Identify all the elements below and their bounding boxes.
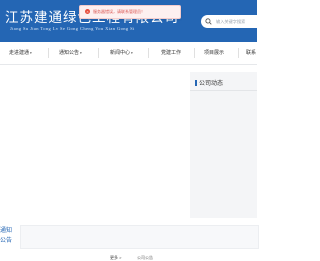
search-box[interactable]: 输入关键字搜索 <box>201 15 257 28</box>
nav-divider <box>148 48 149 58</box>
nav-item-projects[interactable]: 项目展示 <box>204 42 224 64</box>
nav-item-label: 党建工作 <box>161 50 182 56</box>
main-nav: 走进建通▾ 通知公告▾ 新闻中心▾ 党建工作 项目展示 联系 <box>0 42 257 65</box>
error-icon: × <box>85 9 90 14</box>
nav-divider <box>98 48 99 58</box>
nav-item-party[interactable]: 党建工作 <box>161 42 181 64</box>
search-input[interactable]: 输入关键字搜索 <box>216 19 245 25</box>
error-alert: × 服务器错误，请联系管理员！ <box>79 5 181 19</box>
divider <box>190 90 257 91</box>
error-message: 服务器错误，请联系管理员！ <box>93 9 145 14</box>
company-news-panel: 公司动态 <box>190 72 257 218</box>
nav-divider <box>48 48 49 58</box>
footer: 更多 > 公司公告 <box>0 252 257 260</box>
notice-section: 通知公告 <box>0 225 259 249</box>
nav-item-about[interactable]: 走进建通▾ <box>9 42 32 64</box>
chevron-down-icon: ▾ <box>80 51 82 55</box>
panel-title-text: 公司动态 <box>199 81 224 87</box>
company-pinyin: Jiang Su Jian Tong Lv Se Gong Cheng You … <box>10 26 135 31</box>
chevron-down-icon: ▾ <box>131 51 133 55</box>
nav-divider <box>194 48 195 58</box>
footer-label[interactable]: 公司公告 <box>137 255 153 261</box>
nav-item-label: 联系 <box>246 50 257 56</box>
nav-item-label: 新闻中心 <box>110 50 131 56</box>
nav-item-contact[interactable]: 联系 <box>246 42 256 64</box>
nav-item-label: 通知公告 <box>59 50 80 56</box>
nav-item-label: 走进建通 <box>9 50 30 56</box>
title-marker-icon <box>195 80 197 86</box>
chevron-down-icon: ▾ <box>30 51 32 55</box>
more-link[interactable]: 更多 > <box>110 255 121 261</box>
notice-content <box>20 225 259 249</box>
panel-title: 公司动态 <box>195 78 223 87</box>
notice-label[interactable]: 通知公告 <box>0 226 14 246</box>
nav-item-notices[interactable]: 通知公告▾ <box>59 42 82 64</box>
nav-divider <box>238 48 239 58</box>
nav-item-label: 项目展示 <box>204 50 225 56</box>
nav-item-news[interactable]: 新闻中心▾ <box>110 42 133 64</box>
search-icon[interactable] <box>205 18 212 25</box>
